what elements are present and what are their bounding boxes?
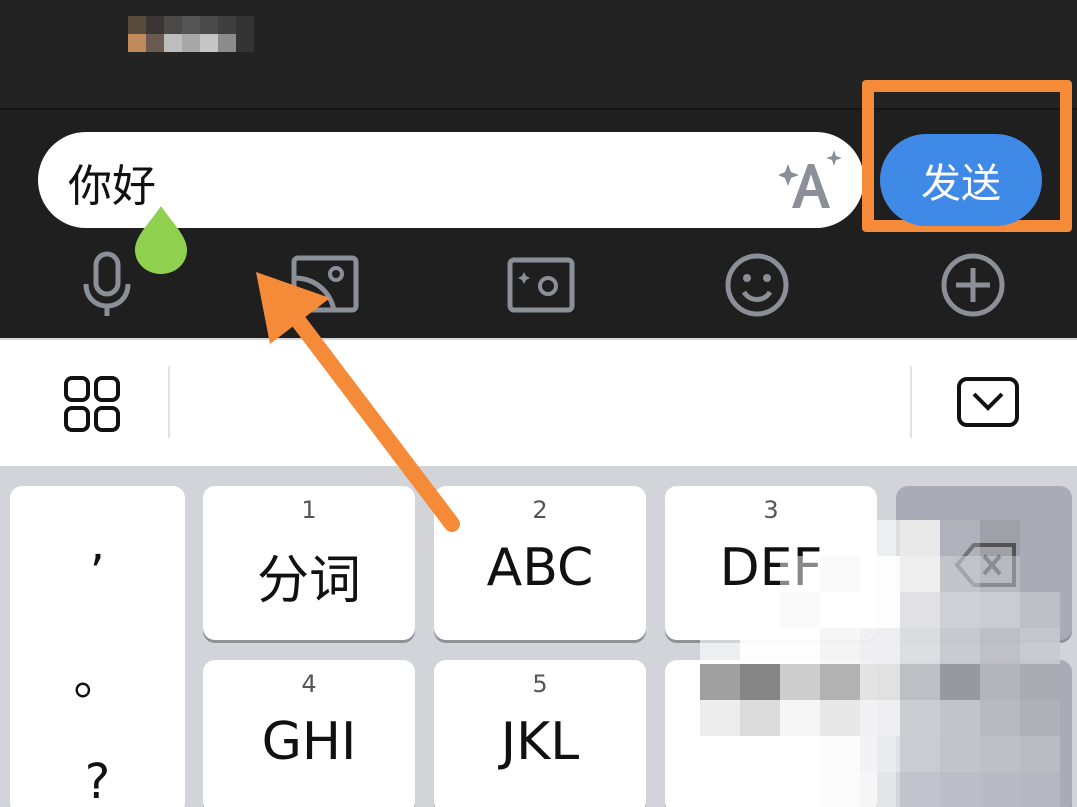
photo-album-icon[interactable] [290,250,360,320]
key-label: ABC [486,538,594,598]
text-style-icon[interactable] [778,150,844,212]
key-number: 4 [301,670,317,698]
message-text: 你好 [68,161,156,212]
hide-keyboard-icon[interactable] [956,376,1020,428]
redaction-patch [700,520,1060,807]
key-1[interactable]: 1 分词 [203,486,415,640]
plus-icon[interactable] [938,250,1008,320]
microphone-icon[interactable] [72,250,142,320]
key-label: GHI [261,712,357,772]
key-5[interactable]: 5 JKL [434,660,646,807]
key-number: 1 [301,496,317,524]
keyboard-divider [910,366,912,438]
keyboard-menu-grid-icon[interactable] [62,374,122,434]
key-label: JKL [500,712,580,772]
question-key[interactable]: ? [10,754,185,807]
send-button[interactable]: 发送 [880,134,1042,226]
key-2[interactable]: 2 ABC [434,486,646,640]
emoji-icon[interactable] [722,250,792,320]
keyboard-toolbar [0,338,1077,466]
key-label: 分词 [256,551,361,611]
key-4[interactable]: 4 GHI [203,660,415,807]
redacted-contact-name [128,16,254,34]
camera-icon[interactable] [506,250,576,320]
keyboard-divider [168,366,170,438]
punctuation-key-column[interactable]: , 。 ? [10,486,185,807]
key-number: 2 [532,496,548,524]
redacted-contact-name-row2 [128,34,254,52]
key-number: 5 [532,670,548,698]
comma-key[interactable]: , [10,516,185,572]
period-key[interactable]: 。 [10,638,185,708]
